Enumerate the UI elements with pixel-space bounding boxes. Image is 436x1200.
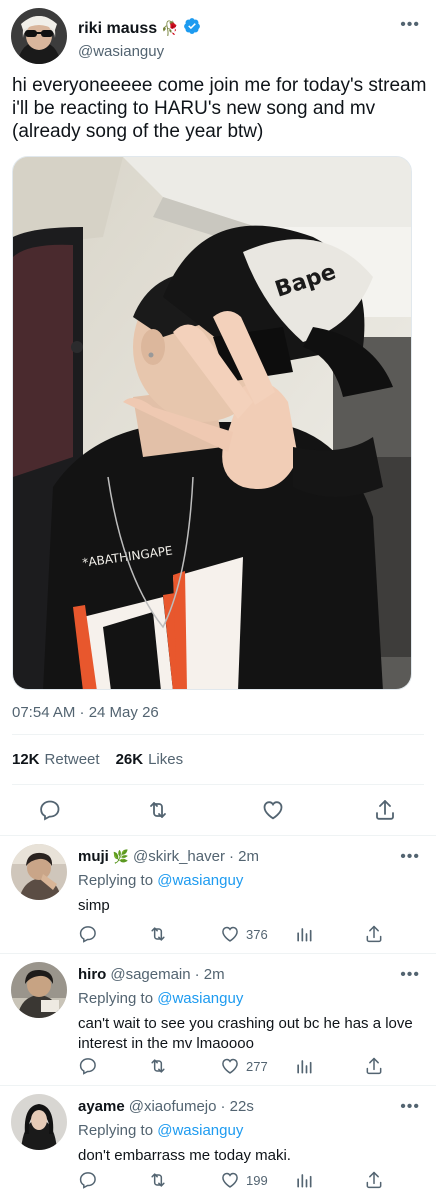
replying-label: Replying to	[78, 872, 154, 889]
plant-emoji: 🌿	[112, 848, 130, 864]
reply-avatar[interactable]	[11, 844, 67, 900]
reply-header: ayame @xiaofumejo · 22s	[78, 1098, 254, 1115]
reply-time[interactable]: · 2m	[195, 966, 225, 983]
reply-handle[interactable]: @skirk_haver	[133, 848, 225, 865]
heart-icon	[220, 1170, 240, 1190]
share-icon[interactable]	[364, 1056, 384, 1076]
reply-display-name[interactable]: ayame	[78, 1098, 125, 1115]
like-count: 199	[246, 1172, 268, 1188]
author-name-row: riki mauss 🥀	[78, 17, 201, 40]
replying-to-handle[interactable]: @wasianguy	[157, 872, 243, 889]
reply-time[interactable]: · 2m	[229, 848, 259, 865]
share-icon[interactable]	[364, 1170, 384, 1190]
reply-item: hiro @sagemain · 2m ••• Replying to @was…	[0, 954, 436, 1086]
main-tweet: riki mauss 🥀 @wasianguy ••• hi everyonee…	[0, 0, 436, 836]
analytics-icon[interactable]	[294, 1170, 314, 1190]
reply-icon[interactable]	[38, 798, 62, 822]
verified-badge-icon	[183, 17, 201, 40]
reply-avatar[interactable]	[11, 962, 67, 1018]
reply-text: simp	[78, 897, 110, 914]
replying-label: Replying to	[78, 990, 154, 1007]
analytics-icon[interactable]	[294, 924, 314, 944]
reply-handle[interactable]: @xiaofumejo	[129, 1098, 217, 1115]
reply-avatar[interactable]	[11, 1094, 67, 1150]
retweet-stat[interactable]: 12K Retweet	[12, 751, 100, 768]
retweet-icon[interactable]	[146, 798, 170, 822]
replying-to: Replying to @wasianguy	[78, 872, 243, 889]
reply-header: hiro @sagemain · 2m	[78, 966, 225, 983]
retweet-icon[interactable]	[148, 1170, 168, 1190]
divider	[12, 784, 424, 785]
reply-handle[interactable]: @sagemain	[110, 966, 190, 983]
tweet-photo[interactable]: *ABATHINGAPE Bape	[12, 156, 412, 690]
replying-to-handle[interactable]: @wasianguy	[157, 990, 243, 1007]
replying-to-handle[interactable]: @wasianguy	[157, 1122, 243, 1139]
reply-text: can't wait to see you crashing out bc he…	[78, 1015, 413, 1052]
reply-display-name[interactable]: hiro	[78, 966, 106, 983]
divider	[12, 734, 424, 735]
reply-icon[interactable]	[78, 1056, 98, 1076]
tweet-stats: 12K Retweet 26K Likes	[12, 751, 183, 768]
author-display-name[interactable]: riki mauss	[78, 20, 157, 38]
more-icon[interactable]: •••	[400, 849, 420, 865]
reply-header: muji 🌿 @skirk_haver · 2m	[78, 848, 259, 865]
retweet-icon[interactable]	[148, 1056, 168, 1076]
retweet-count: 12K	[12, 751, 40, 768]
replying-to: Replying to @wasianguy	[78, 1122, 243, 1139]
heart-icon	[220, 1056, 240, 1076]
tweet-actions	[0, 796, 436, 824]
more-icon[interactable]: •••	[400, 1099, 420, 1115]
tweet-text: hi everyoneeeee come join me for today's…	[12, 75, 427, 142]
likes-count: 26K	[115, 751, 144, 768]
retweet-icon[interactable]	[148, 924, 168, 944]
reply-display-name[interactable]: muji	[78, 848, 109, 865]
reply-item: ayame @xiaofumejo · 22s ••• Replying to …	[0, 1086, 436, 1200]
heart-icon[interactable]	[261, 798, 285, 822]
like-action[interactable]: 199	[220, 1170, 268, 1190]
replying-to: Replying to @wasianguy	[78, 990, 243, 1007]
author-avatar[interactable]	[11, 8, 67, 64]
reply-icon[interactable]	[78, 924, 98, 944]
replying-label: Replying to	[78, 1122, 154, 1139]
share-icon[interactable]	[364, 924, 384, 944]
more-icon[interactable]: •••	[400, 17, 420, 33]
analytics-icon[interactable]	[294, 1056, 314, 1076]
likes-label: Likes	[148, 751, 184, 768]
likes-stat[interactable]: 26K Likes	[116, 751, 184, 768]
reply-text: don't embarrass me today maki.	[78, 1147, 291, 1164]
like-count: 277	[246, 1058, 268, 1074]
reply-icon[interactable]	[78, 1170, 98, 1190]
share-icon[interactable]	[373, 798, 397, 822]
tweet-timestamp[interactable]: 07:54 AM · 24 May 26	[12, 704, 159, 721]
reply-item: muji 🌿 @skirk_haver · 2m ••• Replying to…	[0, 836, 436, 954]
reply-time[interactable]: · 22s	[221, 1098, 254, 1115]
retweet-label: Retweet	[44, 751, 100, 768]
author-handle[interactable]: @wasianguy	[78, 43, 164, 60]
heart-icon	[220, 924, 240, 944]
like-count: 376	[246, 926, 268, 942]
more-icon[interactable]: •••	[400, 967, 420, 983]
rose-emoji: 🥀	[161, 20, 179, 36]
like-action[interactable]: 376	[220, 924, 268, 944]
like-action[interactable]: 277	[220, 1056, 268, 1076]
